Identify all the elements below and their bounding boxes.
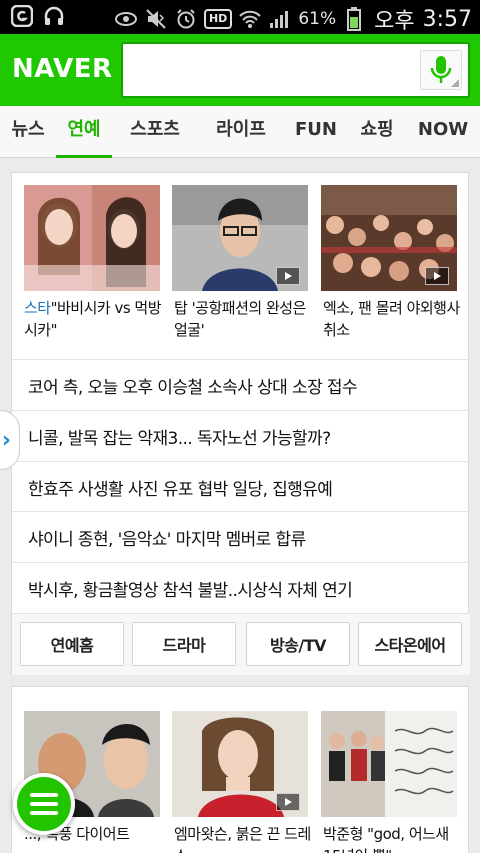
headline-item[interactable]: 박시후, 황금촬영상 참석 불발..시상식 자체 연기	[12, 562, 470, 613]
eye-icon	[114, 7, 138, 31]
video-play-icon	[425, 267, 449, 285]
news-thumbnail[interactable]	[24, 185, 160, 291]
tab-life[interactable]: 라이프	[208, 106, 274, 158]
entertainment-news-card: 스타"바비시카 vs 먹방시카" 탑 '공항패션의 완성은 얼굴' 엑소, 팬 …	[11, 172, 470, 675]
tab-fun[interactable]: FUN	[290, 106, 342, 158]
side-panel-handle[interactable]: ›	[0, 410, 20, 470]
mute-icon	[144, 7, 168, 31]
thumb-caption[interactable]: 스타"바비시카 vs 먹방시카"	[24, 297, 162, 341]
menu-button[interactable]	[13, 773, 75, 835]
hd-icon: HD	[203, 9, 233, 29]
naver-header: NAVER	[0, 34, 480, 106]
drama-button[interactable]: 드라마	[132, 622, 236, 666]
thumb-caption[interactable]: 박준형 "god, 어느새 15년이 뽕"	[323, 823, 461, 853]
alarm-icon	[174, 7, 198, 31]
headline-item[interactable]: 샤이니 종현, '음악쇼' 마지막 멤버로 합류	[12, 511, 470, 562]
photo-news-row: ..., 폭풍 다이어트 엠마왓슨, 붉은 끈 드레스	[12, 699, 470, 853]
voice-search-button[interactable]	[420, 50, 462, 90]
search-input[interactable]	[131, 50, 411, 90]
entertainment-home-button[interactable]: 연예홈	[20, 622, 124, 666]
category-tabs: 뉴스 연예 스포츠 라이프 FUN 쇼핑 NOW	[0, 106, 480, 158]
star-tag: 스타	[24, 299, 51, 317]
status-bar: HD 61% 오후 3:57	[0, 0, 480, 34]
headline-item[interactable]: 니콜, 발목 잡는 악재3... 독자노선 가능할까?	[12, 410, 470, 461]
naver-logo[interactable]: NAVER	[12, 54, 113, 84]
headline-item[interactable]: 코어 측, 오늘 오후 이승철 소속사 상대 소장 접수	[12, 359, 470, 410]
chevron-right-icon: ›	[1, 427, 11, 453]
news-thumbnail[interactable]	[172, 711, 308, 817]
video-play-icon	[276, 267, 300, 285]
news-thumbnail[interactable]	[321, 185, 457, 291]
wifi-icon	[238, 7, 262, 31]
clock-ampm: 오후	[374, 9, 415, 34]
signal-icon	[268, 7, 292, 31]
tab-news[interactable]: 뉴스	[4, 106, 52, 158]
headphones-icon	[42, 4, 66, 28]
clock-time: 3:57	[422, 6, 472, 32]
video-play-icon	[276, 793, 300, 811]
tab-sports[interactable]: 스포츠	[122, 106, 188, 158]
headline-item[interactable]: 한효주 사생활 사진 유포 협박 일당, 집행유예	[12, 461, 470, 512]
battery-percent: 61%	[298, 9, 337, 29]
photo-news-row: 스타"바비시카 vs 먹방시카" 탑 '공항패션의 완성은 얼굴' 엑소, 팬 …	[12, 185, 470, 355]
news-thumbnail[interactable]	[321, 711, 457, 817]
section-button-row: 연예홈 드라마 방송/TV 스타온에어	[12, 613, 470, 675]
search-box[interactable]	[121, 42, 470, 98]
photo-news-card: ..., 폭풍 다이어트 엠마왓슨, 붉은 끈 드레스	[11, 686, 469, 853]
news-thumbnail[interactable]	[172, 185, 308, 291]
battery-icon	[342, 7, 366, 31]
menu-icon	[17, 777, 71, 831]
tab-now[interactable]: NOW	[414, 106, 472, 158]
tab-entertainment[interactable]: 연예	[56, 106, 112, 158]
thumb-caption[interactable]: 엠마왓슨, 붉은 끈 드레스	[174, 823, 312, 853]
broadcast-tv-button[interactable]: 방송/TV	[246, 622, 350, 666]
star-on-air-button[interactable]: 스타온에어	[358, 622, 462, 666]
tab-shopping[interactable]: 쇼핑	[352, 106, 402, 158]
app-g-icon	[10, 4, 34, 28]
thumb-caption[interactable]: 엑소, 팬 몰려 야외행사 취소	[323, 297, 461, 341]
thumb-caption[interactable]: 탑 '공항패션의 완성은 얼굴'	[174, 297, 312, 341]
